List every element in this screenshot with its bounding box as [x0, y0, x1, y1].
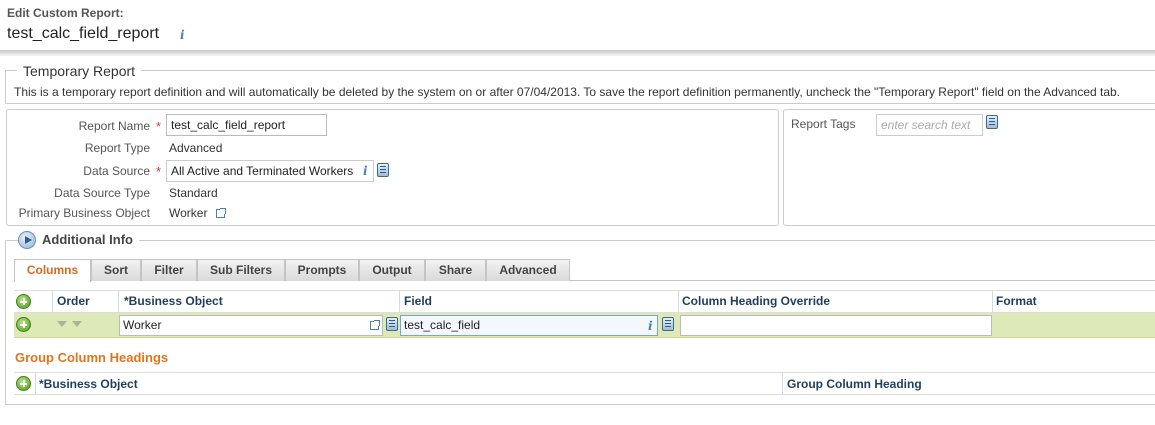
page-subtitle: Edit Custom Report:: [7, 6, 124, 20]
report-name-input[interactable]: test_calc_field_report: [166, 114, 327, 136]
column-heading-override-input[interactable]: [680, 315, 992, 336]
add-row-icon[interactable]: [16, 376, 31, 391]
list-icon[interactable]: [386, 317, 398, 331]
field-input[interactable]: test_calc_field: [400, 315, 658, 336]
tab-prompts[interactable]: Prompts: [285, 259, 359, 281]
temporary-report-message: This is a temporary report definition an…: [14, 85, 1121, 99]
additional-info-title: Additional Info: [36, 232, 139, 247]
data-source-input[interactable]: All Active and Terminated Workers: [166, 160, 374, 182]
expand-arrow-icon[interactable]: [18, 231, 36, 249]
list-icon[interactable]: [377, 163, 389, 177]
report-tags-label: Report Tags: [791, 117, 856, 131]
move-down-icon[interactable]: [57, 321, 67, 327]
column-divider: [118, 291, 119, 312]
tab-sort[interactable]: Sort: [91, 259, 141, 281]
report-tags-search-input[interactable]: enter search text: [876, 114, 983, 136]
tab-output[interactable]: Output: [359, 259, 425, 281]
add-row-icon[interactable]: [16, 294, 31, 309]
column-header-business-object: *Business Object: [39, 377, 138, 391]
list-icon[interactable]: [986, 115, 998, 129]
tab-advanced[interactable]: Advanced: [486, 259, 570, 281]
column-header-format: Format: [996, 294, 1037, 308]
tab-columns[interactable]: Columns: [14, 259, 91, 282]
data-source-type-value: Standard: [169, 186, 218, 200]
info-icon[interactable]: i: [648, 319, 653, 333]
page-title: test_calc_field_report: [7, 25, 160, 42]
temporary-report-legend: Temporary Report: [17, 63, 142, 79]
tab-sub-filters[interactable]: Sub Filters: [197, 259, 285, 281]
list-icon[interactable]: [662, 317, 674, 331]
column-header-order: Order: [57, 294, 90, 308]
required-marker: *: [156, 119, 162, 134]
data-source-type-label: Data Source Type: [54, 186, 150, 200]
page-header: Edit Custom Report: test_calc_field_repo…: [0, 0, 1155, 50]
report-type-value: Advanced: [169, 141, 223, 155]
column-divider: [399, 291, 400, 312]
column-divider: [782, 373, 783, 394]
related-actions-icon[interactable]: [216, 208, 226, 218]
primary-business-object-label: Primary Business Object: [18, 206, 150, 220]
data-source-value: All Active and Terminated Workers: [171, 164, 354, 178]
tab-share[interactable]: Share: [425, 259, 486, 281]
column-divider: [992, 291, 993, 312]
move-down-icon[interactable]: [72, 321, 82, 327]
info-icon[interactable]: i: [363, 164, 368, 178]
primary-business-object-link[interactable]: Worker: [169, 206, 207, 220]
column-header-business-object: *Business Object: [124, 294, 223, 308]
column-divider: [52, 291, 53, 312]
group-headings-grid-header: [14, 372, 1155, 395]
report-name-label: Report Name: [78, 119, 150, 133]
report-type-label: Report Type: [84, 141, 150, 155]
column-divider: [678, 291, 679, 312]
info-icon[interactable]: i: [180, 28, 185, 42]
column-header-field: Field: [404, 294, 433, 308]
additional-info-border: [5, 404, 1155, 405]
column-header-heading-override: Column Heading Override: [682, 294, 831, 308]
business-object-input[interactable]: Worker: [119, 315, 383, 336]
additional-info-divider: [5, 240, 1155, 241]
related-actions-icon[interactable]: [370, 320, 380, 330]
tab-filter[interactable]: Filter: [141, 259, 197, 281]
data-source-label: Data Source: [83, 164, 150, 178]
add-row-icon[interactable]: [16, 317, 31, 332]
column-header-group-heading: Group Column Heading: [787, 377, 922, 391]
header-divider: [0, 50, 1155, 56]
column-divider: [35, 373, 36, 394]
group-column-headings-title: Group Column Headings: [15, 350, 169, 365]
additional-info-border: [5, 240, 6, 405]
required-marker: *: [156, 164, 162, 179]
